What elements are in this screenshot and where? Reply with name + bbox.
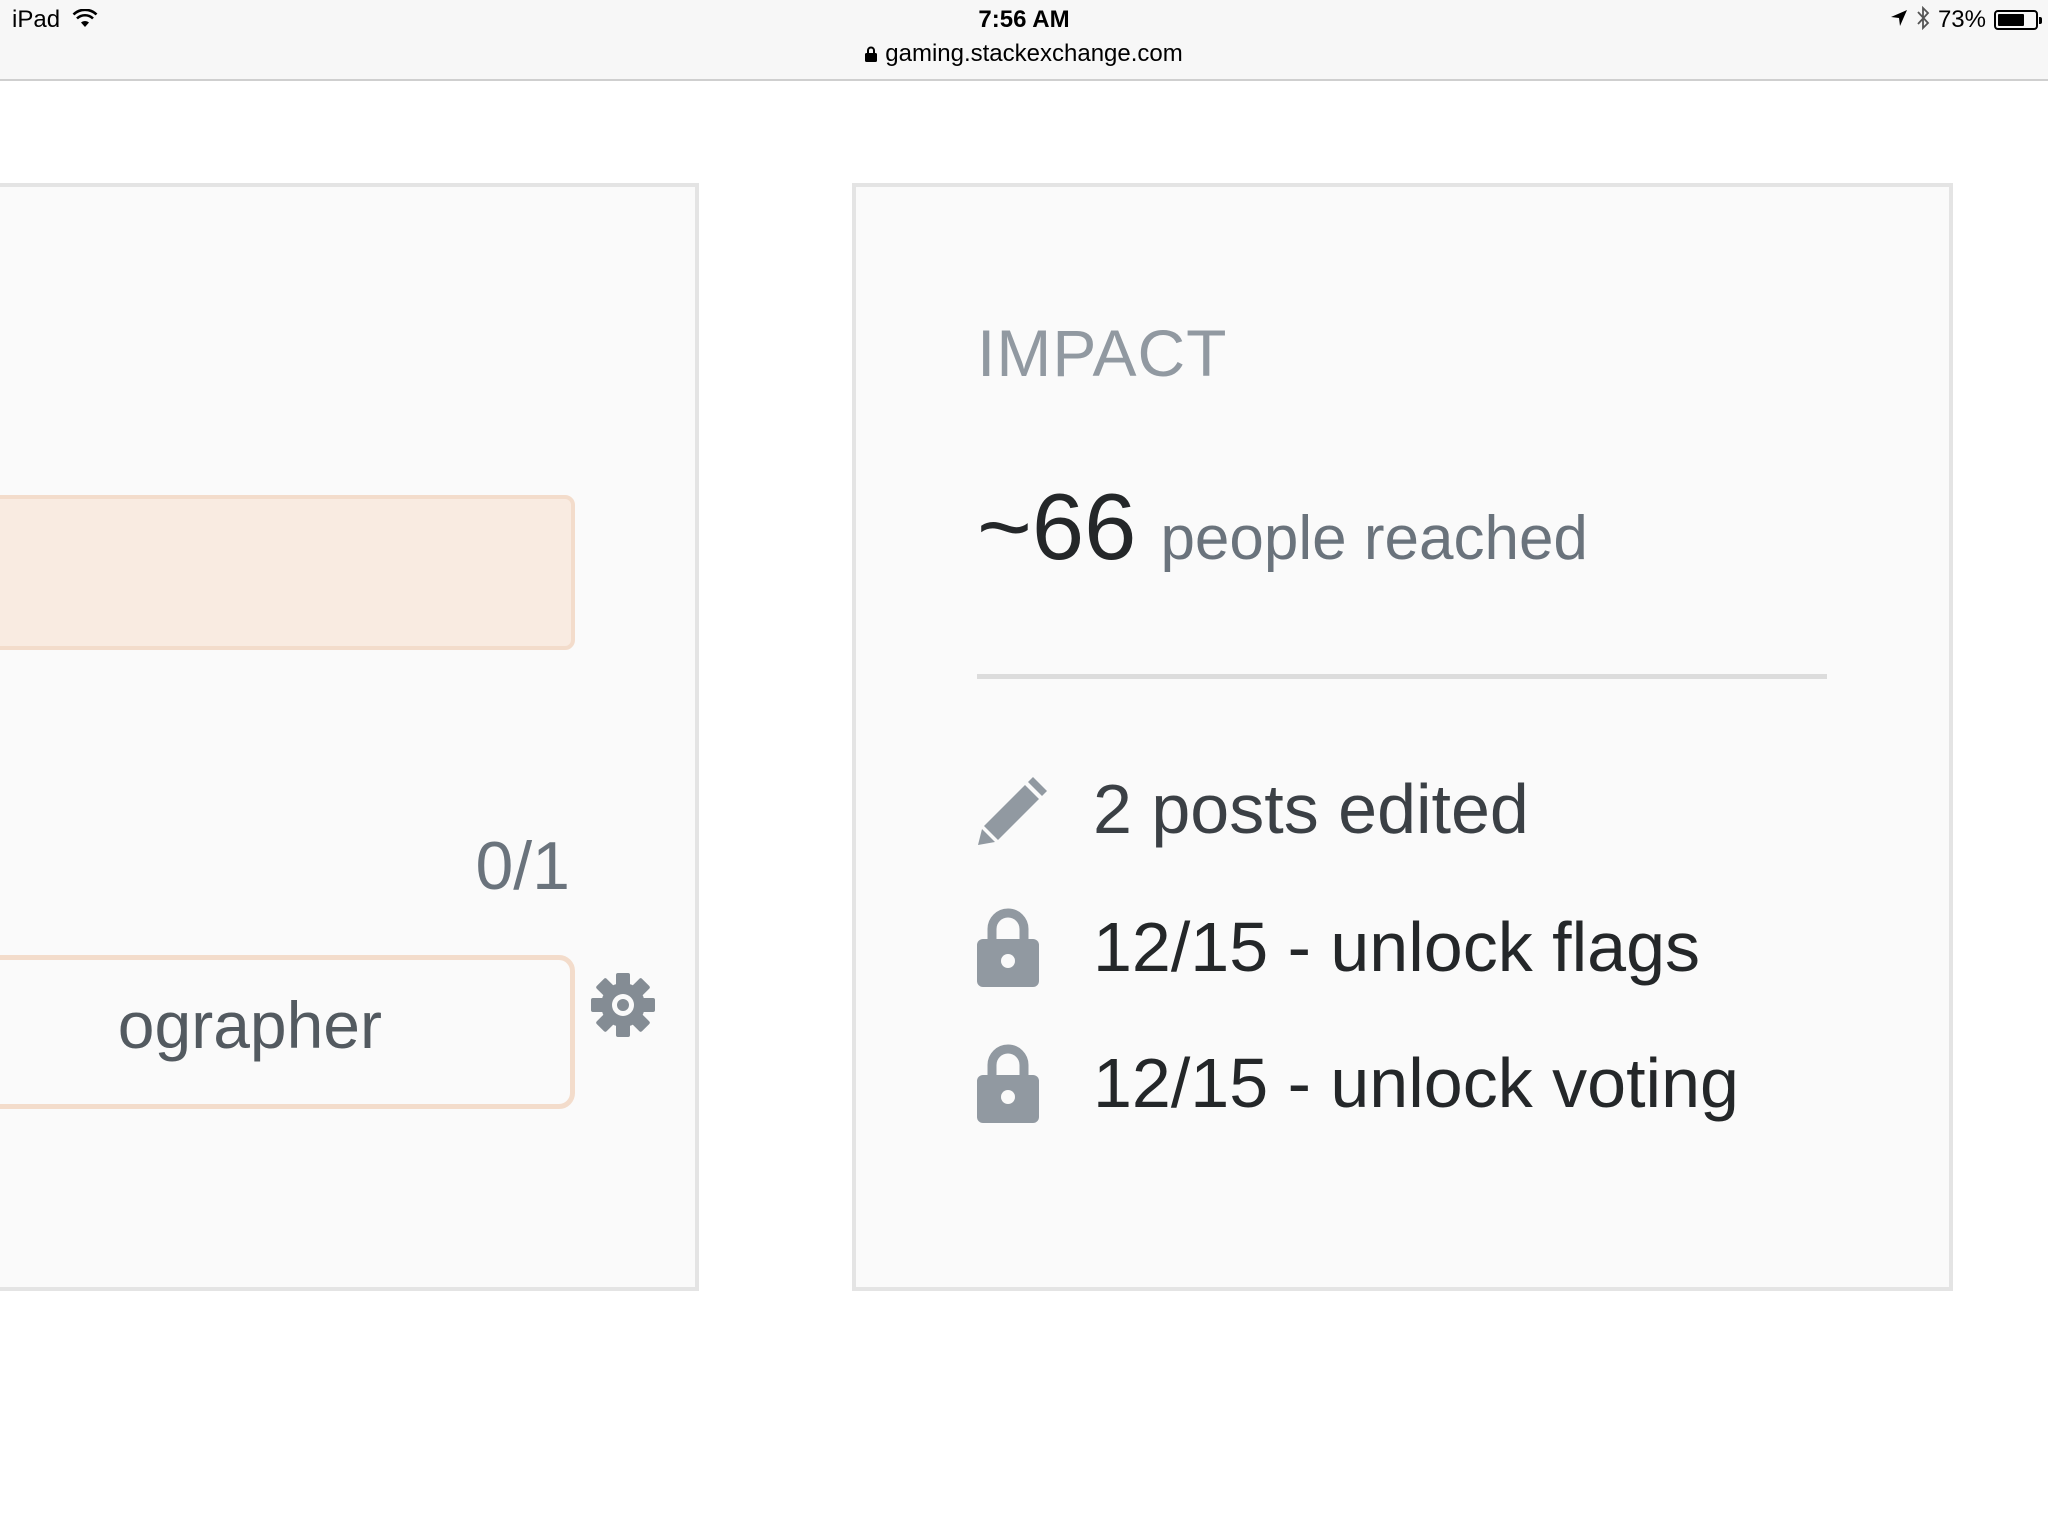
- reach-label: people reached: [1160, 504, 1588, 573]
- lock-icon: [977, 1043, 1049, 1123]
- location-icon: [1890, 9, 1908, 32]
- lock-icon: [977, 907, 1049, 987]
- people-reached: ~66 people reached: [977, 473, 1588, 581]
- pencil-icon: [977, 769, 1049, 849]
- impact-heading: IMPACT: [977, 316, 1228, 390]
- impact-card: IMPACT ~66 people reached 2 posts edited …: [852, 183, 1953, 1291]
- divider: [977, 674, 1827, 679]
- reach-number: ~66: [977, 474, 1137, 579]
- stat-unlock-voting: 12/15 - unlock voting: [977, 1043, 1739, 1123]
- status-icons: 73%: [1890, 5, 2042, 35]
- status-bar: iPad 7:56 AM gaming.stackexchange.com 73…: [0, 0, 2048, 81]
- notice-banner: [0, 495, 575, 650]
- stat-text: 12/15 - unlock voting: [1093, 1044, 1739, 1122]
- url-text: gaming.stackexchange.com: [885, 40, 1183, 67]
- stat-text: 2 posts edited: [1093, 770, 1529, 848]
- stat-text: 12/15 - unlock flags: [1093, 908, 1701, 986]
- left-card: 0/1 ographer: [0, 183, 699, 1291]
- battery-percent: 73%: [1937, 6, 1986, 33]
- tag-field-value: ographer: [117, 988, 382, 1062]
- stat-unlock-flags: 12/15 - unlock flags: [977, 907, 1700, 987]
- progress-count: 0/1: [475, 828, 570, 904]
- clock: 7:56 AM: [978, 6, 1070, 33]
- stat-posts-edited: 2 posts edited: [977, 769, 1529, 849]
- battery-icon: [1994, 10, 2042, 30]
- lock-icon: [865, 41, 878, 69]
- address-bar[interactable]: gaming.stackexchange.com: [0, 40, 2048, 69]
- bluetooth-icon: [1916, 5, 1930, 35]
- gear-icon[interactable]: [590, 972, 656, 1038]
